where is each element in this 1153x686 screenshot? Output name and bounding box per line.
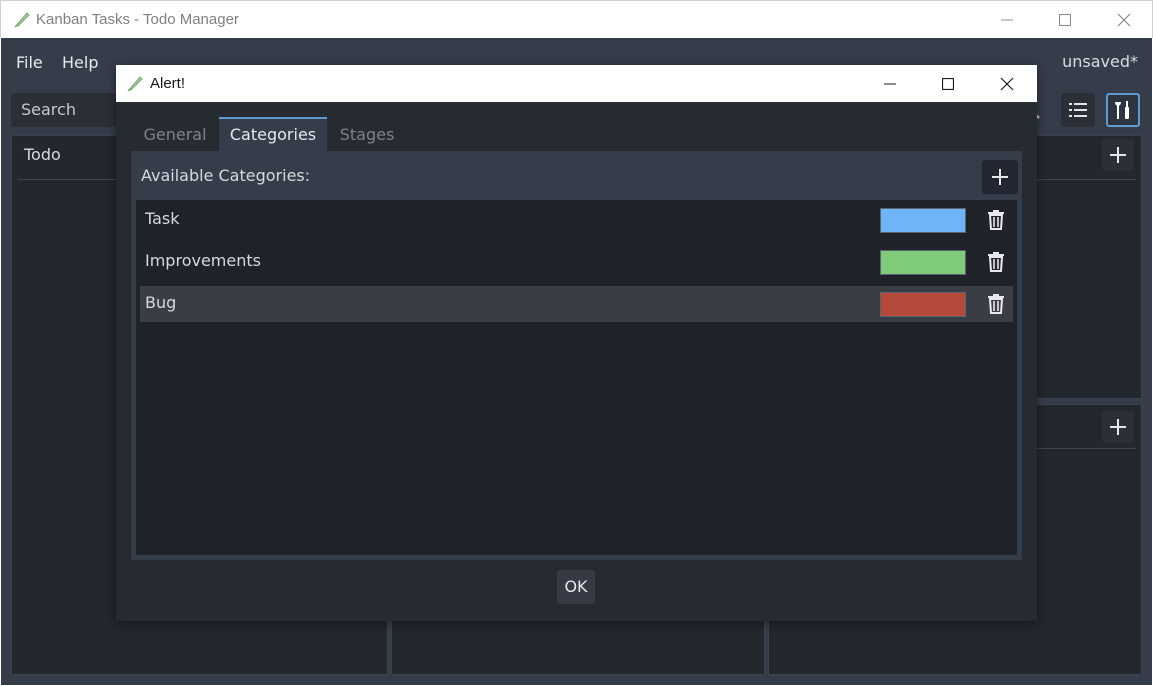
category-color-swatch[interactable]: [880, 208, 966, 233]
maximize-icon: [942, 77, 954, 90]
dialog-title: Alert!: [150, 75, 186, 92]
feather-pen-icon: [127, 76, 143, 92]
list-icon: [1069, 103, 1087, 117]
minimize-icon: [884, 83, 896, 84]
column-title: Todo: [24, 145, 61, 164]
category-row-improvements[interactable]: Improvements: [140, 244, 1013, 280]
categories-header: Available Categories:: [141, 166, 311, 185]
categories-page: Available Categories: Task Improvements …: [131, 151, 1022, 560]
maximize-icon: [1059, 14, 1071, 26]
close-button[interactable]: [1095, 1, 1153, 39]
window-titlebar: Kanban Tasks - Todo Manager: [0, 0, 1153, 38]
window-title: Kanban Tasks - Todo Manager: [36, 11, 239, 28]
dialog-close-button[interactable]: [978, 65, 1036, 102]
category-name: Improvements: [145, 251, 261, 270]
category-row-task[interactable]: Task: [140, 202, 1013, 238]
category-name: Bug: [145, 293, 177, 312]
minimize-icon: [1001, 19, 1013, 21]
trash-icon[interactable]: [985, 251, 1007, 273]
minimize-button[interactable]: [978, 1, 1036, 39]
tab-stages[interactable]: Stages: [327, 117, 407, 151]
ok-button[interactable]: OK: [557, 570, 595, 604]
add-task-button[interactable]: [1102, 411, 1134, 443]
settings-panel: General Categories Stages Available Cate…: [131, 117, 1022, 560]
feather-pen-icon: [14, 12, 30, 28]
category-row-bug[interactable]: Bug: [140, 286, 1013, 322]
maximize-button[interactable]: [1036, 1, 1094, 39]
settings-dialog: Alert! General Categories Stages Availab…: [116, 65, 1037, 621]
search-input[interactable]: Search: [11, 93, 126, 127]
plus-icon: [1110, 419, 1126, 435]
trash-icon[interactable]: [985, 209, 1007, 231]
save-status: unsaved*: [1062, 52, 1138, 71]
category-color-swatch[interactable]: [880, 250, 966, 275]
add-category-button[interactable]: [982, 160, 1018, 194]
dialog-titlebar: Alert!: [116, 65, 1037, 102]
tools-icon: [1115, 101, 1129, 119]
tab-bar: General Categories Stages: [131, 117, 1022, 151]
menu-file[interactable]: File: [16, 53, 43, 72]
settings-button[interactable]: [1106, 93, 1140, 127]
menu-help[interactable]: Help: [62, 53, 98, 72]
search-placeholder: Search: [21, 100, 76, 119]
list-view-button[interactable]: [1061, 93, 1095, 127]
category-color-swatch[interactable]: [880, 292, 966, 317]
category-name: Task: [145, 209, 180, 228]
add-task-button[interactable]: [1102, 139, 1134, 171]
tab-categories[interactable]: Categories: [219, 117, 327, 151]
tab-general[interactable]: General: [131, 117, 219, 151]
plus-icon: [992, 169, 1008, 185]
category-list: Task Improvements Bug: [136, 200, 1017, 555]
plus-icon: [1110, 147, 1126, 163]
close-icon: [1117, 13, 1131, 27]
close-icon: [1000, 77, 1014, 90]
dialog-minimize-button[interactable]: [861, 65, 919, 102]
trash-icon[interactable]: [985, 293, 1007, 315]
dialog-maximize-button[interactable]: [919, 65, 977, 102]
